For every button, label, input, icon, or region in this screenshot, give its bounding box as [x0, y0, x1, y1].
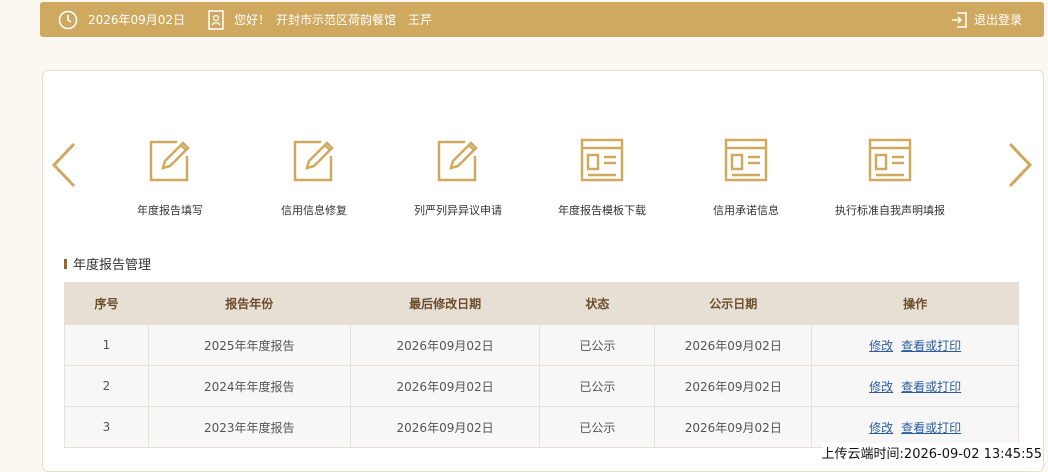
section-title-text: 年度报告管理	[73, 258, 152, 273]
view-print-link[interactable]: 查看或打印	[901, 380, 961, 394]
org-name: 开封市示范区荷韵餐馆	[276, 13, 397, 27]
greeting-text: 您好！	[234, 13, 271, 27]
col-header: 序号	[64, 282, 149, 325]
table-row: 1 2025年年度报告 2026年09月02日 已公示 2026年09月02日 …	[64, 324, 1019, 366]
col-header: 最后修改日期	[349, 282, 541, 325]
view-print-link[interactable]: 查看或打印	[901, 339, 961, 353]
carousel-next-arrow[interactable]	[1006, 142, 1034, 192]
document-icon	[671, 136, 821, 184]
func-label: 信用承诺信息	[713, 204, 779, 217]
report-table: 序号 报告年份 最后修改日期 状态 公示日期 操作 1 2025年年度报告 20…	[64, 282, 1019, 448]
upload-time: 上传云端时间:2026-09-02 13:45:55	[821, 443, 1042, 462]
cell-year: 2023年年度报告	[147, 406, 351, 448]
logout-button[interactable]: 退出登录	[974, 2, 1022, 37]
document-icon	[527, 136, 677, 184]
user-badge-icon	[208, 2, 224, 37]
cell-modified: 2026年09月02日	[349, 324, 541, 366]
edit-link[interactable]: 修改	[869, 421, 893, 435]
document-icon	[815, 136, 965, 184]
cell-year: 2024年年度报告	[147, 365, 351, 407]
col-header: 公示日期	[654, 282, 813, 325]
col-header: 报告年份	[147, 282, 351, 325]
func-annual-report-fill[interactable]: 年度报告填写	[95, 136, 245, 218]
clock-icon	[58, 2, 78, 37]
cell-publish: 2026年09月02日	[654, 324, 813, 366]
func-standard-declaration[interactable]: 执行标准自我声明填报	[815, 136, 965, 218]
view-print-link[interactable]: 查看或打印	[901, 421, 961, 435]
col-header: 操作	[811, 282, 1019, 325]
current-date: 2026年09月02日	[88, 13, 186, 27]
cell-publish: 2026年09月02日	[654, 365, 813, 407]
section-title: 年度报告管理	[64, 254, 151, 273]
section-marker	[64, 258, 67, 269]
func-label: 年度报告模板下载	[558, 204, 646, 217]
cell-year: 2025年年度报告	[147, 324, 351, 366]
edit-icon	[383, 136, 533, 184]
cell-publish: 2026年09月02日	[654, 406, 813, 448]
cell-no: 1	[64, 324, 149, 366]
edit-icon	[239, 136, 389, 184]
func-label: 列严列异异议申请	[414, 204, 502, 217]
cell-actions: 修改 查看或打印	[811, 406, 1019, 448]
func-template-download[interactable]: 年度报告模板下载	[527, 136, 677, 218]
col-header: 状态	[539, 282, 656, 325]
greeting: 您好！ 开封市示范区荷韵餐馆 王芹	[234, 2, 432, 37]
table-header-row: 序号 报告年份 最后修改日期 状态 公示日期 操作	[64, 282, 1019, 325]
edit-icon	[95, 136, 245, 184]
cell-status: 已公示	[539, 406, 656, 448]
func-label: 信用信息修复	[281, 204, 347, 217]
func-objection-apply[interactable]: 列严列异异议申请	[383, 136, 533, 218]
func-label: 年度报告填写	[137, 204, 203, 217]
func-credit-repair[interactable]: 信用信息修复	[239, 136, 389, 218]
table-row: 2 2024年年度报告 2026年09月02日 已公示 2026年09月02日 …	[64, 365, 1019, 407]
cell-status: 已公示	[539, 324, 656, 366]
carousel-prev-arrow[interactable]	[50, 142, 78, 192]
logout-icon[interactable]	[950, 2, 968, 37]
cell-modified: 2026年09月02日	[349, 365, 541, 407]
cell-status: 已公示	[539, 365, 656, 407]
user-name: 王芹	[408, 13, 433, 27]
table-row: 3 2023年年度报告 2026年09月02日 已公示 2026年09月02日 …	[64, 406, 1019, 448]
func-label: 执行标准自我声明填报	[835, 204, 945, 217]
cell-actions: 修改 查看或打印	[811, 324, 1019, 366]
cell-no: 3	[64, 406, 149, 448]
cell-no: 2	[64, 365, 149, 407]
cell-actions: 修改 查看或打印	[811, 365, 1019, 407]
edit-link[interactable]: 修改	[869, 380, 893, 394]
top-bar: 2026年09月02日 您好！ 开封市示范区荷韵餐馆 王芹 退出登录	[40, 2, 1044, 37]
func-credit-promise[interactable]: 信用承诺信息	[671, 136, 821, 218]
cell-modified: 2026年09月02日	[349, 406, 541, 448]
edit-link[interactable]: 修改	[869, 339, 893, 353]
